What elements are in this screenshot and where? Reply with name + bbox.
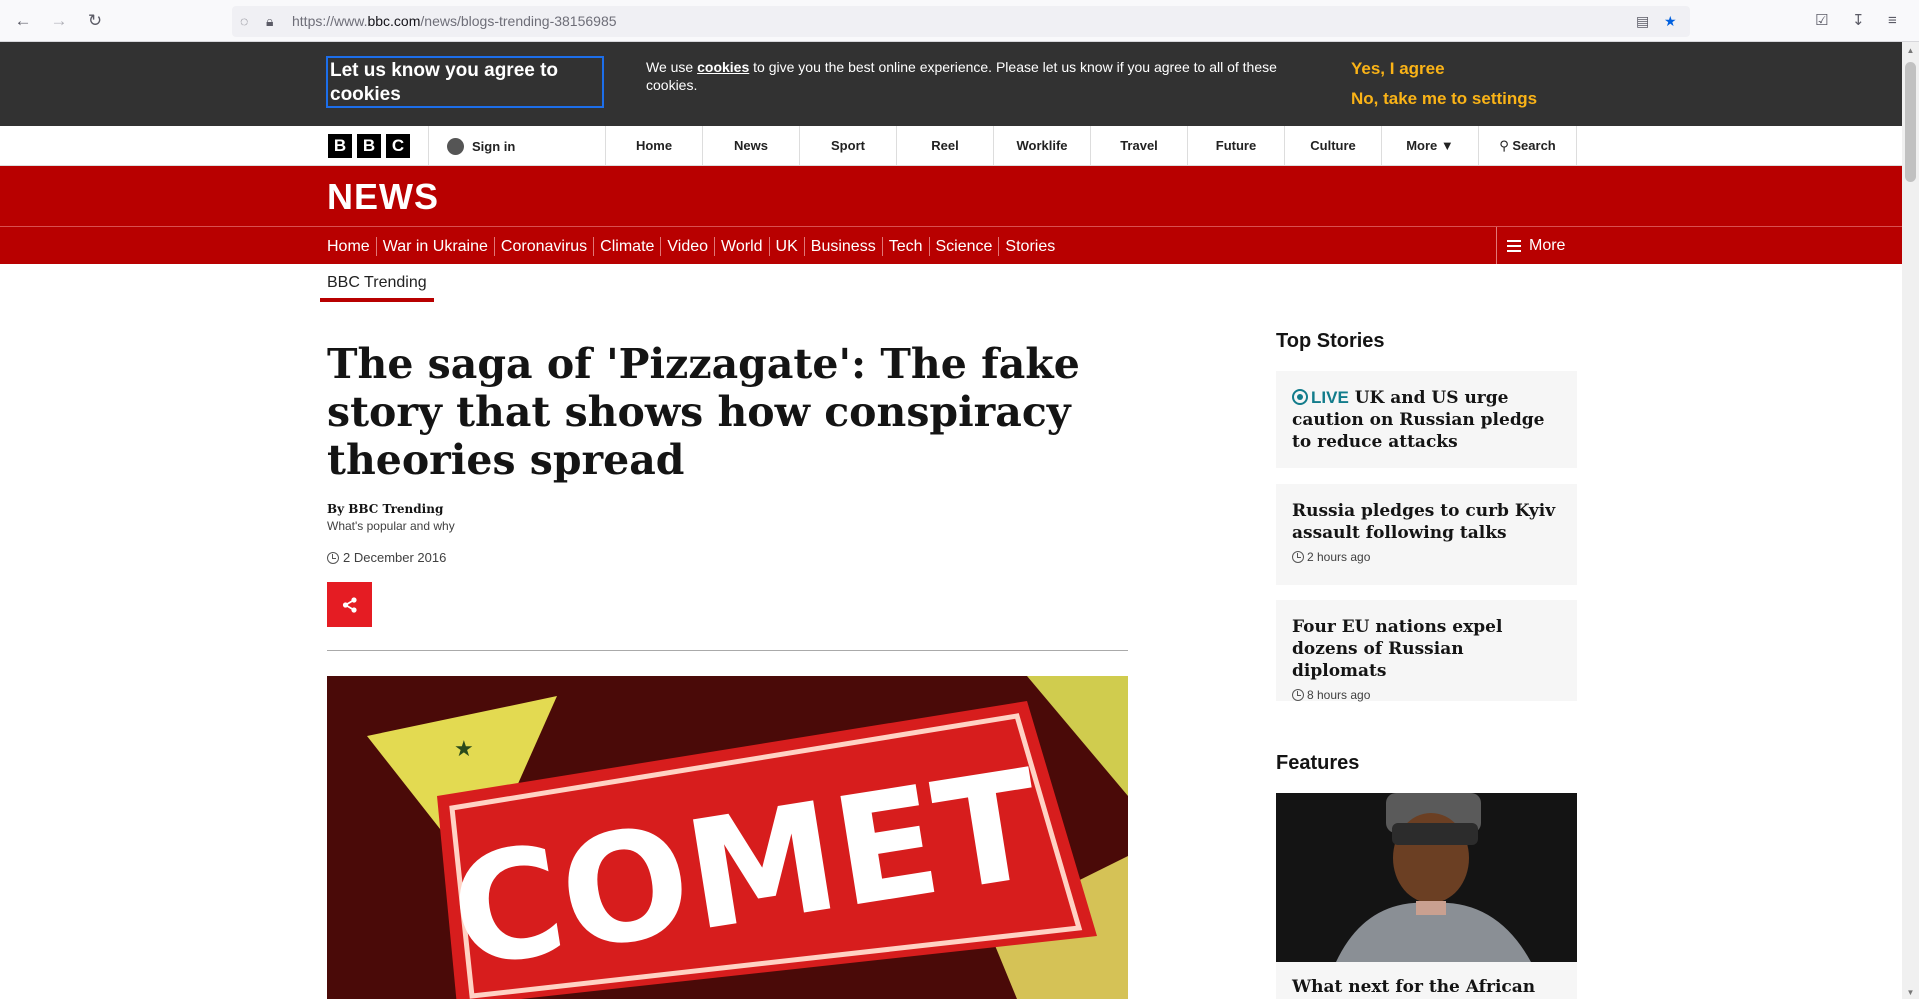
live-icon xyxy=(1292,389,1308,405)
global-nav-culture[interactable]: Culture xyxy=(1284,126,1381,166)
comet-sign-illustration: COMET ★ xyxy=(327,676,1128,999)
svg-text:★: ★ xyxy=(454,737,474,762)
top-story-card[interactable]: Russia pledges to curb Kyiv assault foll… xyxy=(1276,484,1577,585)
reader-view-icon[interactable]: ▤ xyxy=(1636,10,1649,32)
article-byline: By BBC Trending xyxy=(327,502,444,516)
global-nav-search[interactable]: ⚲ Search xyxy=(1478,126,1577,166)
browser-toolbar: ← → ↻ ◌ 🔒︎ https://www.bbc.com/news/blog… xyxy=(0,0,1919,42)
section-nav-stories[interactable]: Stories xyxy=(999,237,1061,256)
caret-down-icon: ▼ xyxy=(1440,138,1454,153)
feature-headline[interactable]: What next for the African xyxy=(1292,977,1561,997)
hero-image: COMET ★ xyxy=(327,676,1128,999)
forward-icon[interactable]: → xyxy=(48,10,70,32)
address-bar[interactable]: ◌ 🔒︎ https://www.bbc.com/news/blogs-tren… xyxy=(232,6,1690,37)
logo-letter: B xyxy=(357,134,381,158)
hamburger-icon xyxy=(1507,239,1521,252)
user-icon xyxy=(447,137,464,155)
global-nav-sport[interactable]: Sport xyxy=(799,126,896,166)
url-text[interactable]: https://www.bbc.com/news/blogs-trending-… xyxy=(292,13,617,29)
shield-icon[interactable]: ◌ xyxy=(240,10,248,32)
more-label: More xyxy=(1406,138,1438,153)
section-nav-coronavirus[interactable]: Coronavirus xyxy=(495,236,595,256)
sign-in-link[interactable]: Sign in xyxy=(428,126,515,166)
feature-image[interactable] xyxy=(1276,793,1577,962)
section-nav-science[interactable]: Science xyxy=(930,236,1000,256)
logo-letter: C xyxy=(386,134,410,158)
article-divider xyxy=(327,650,1128,651)
cookie-banner-text: We use cookies to give you the best onli… xyxy=(646,59,1277,93)
section-nav-business[interactable]: Business xyxy=(805,236,883,256)
bookmark-star-icon[interactable]: ★ xyxy=(1664,10,1677,32)
clock-icon xyxy=(1292,689,1304,701)
section-tag-link[interactable]: BBC Trending xyxy=(320,274,434,302)
global-nav-worklife[interactable]: Worklife xyxy=(993,126,1090,166)
pocket-icon[interactable]: ☑ xyxy=(1815,10,1828,32)
top-story-card[interactable]: Four EU nations expel dozens of Russian … xyxy=(1276,600,1577,702)
clock-icon xyxy=(327,551,339,564)
global-nav-travel[interactable]: Travel xyxy=(1090,126,1187,166)
search-label: Search xyxy=(1512,138,1556,153)
scroll-down-icon[interactable]: ▼ xyxy=(1905,988,1916,997)
news-masthead: NEWS xyxy=(0,166,1902,226)
top-story-card[interactable]: LIVE UK and US urge caution on Russian p… xyxy=(1276,371,1577,468)
top-story-headline[interactable]: LIVE UK and US urge caution on Russian p… xyxy=(1292,387,1561,453)
section-nav-more[interactable]: More xyxy=(1496,227,1606,264)
news-section-nav: Home War in Ukraine Coronavirus Climate … xyxy=(0,226,1902,264)
time-text: 8 hours ago xyxy=(1307,688,1371,702)
section-nav-tech[interactable]: Tech xyxy=(883,236,930,256)
feature-photo-illustration xyxy=(1276,793,1577,962)
global-nav-links: Home News Sport Reel Worklife Travel Fut… xyxy=(605,126,1577,166)
news-brand-link[interactable]: NEWS xyxy=(327,176,439,218)
global-nav-home[interactable]: Home xyxy=(605,126,702,166)
top-stories-heading: Top Stories xyxy=(1276,330,1385,352)
story-timestamp: 8 hours ago xyxy=(1292,688,1561,702)
reload-icon[interactable]: ↻ xyxy=(84,10,106,32)
share-button[interactable] xyxy=(327,582,372,627)
top-story-headline[interactable]: Russia pledges to curb Kyiv assault foll… xyxy=(1292,500,1561,544)
top-story-headline[interactable]: Four EU nations expel dozens of Russian … xyxy=(1292,616,1561,682)
section-nav-home[interactable]: Home xyxy=(326,236,377,256)
section-nav-video[interactable]: Video xyxy=(661,236,716,256)
global-nav-future[interactable]: Future xyxy=(1187,126,1284,166)
scroll-up-icon[interactable]: ▲ xyxy=(1905,46,1916,55)
logo-letter: B xyxy=(328,134,352,158)
cookie-settings-button[interactable]: No, take me to settings xyxy=(1351,89,1537,109)
article-date: 2 December 2016 xyxy=(327,550,446,565)
more-label: More xyxy=(1529,236,1566,254)
global-nav-reel[interactable]: Reel xyxy=(896,126,993,166)
back-icon[interactable]: ← xyxy=(12,10,34,32)
cookies-link[interactable]: cookies xyxy=(697,59,749,75)
cookie-banner: Let us know you agree to cookies We use … xyxy=(0,42,1902,126)
search-icon: ⚲ xyxy=(1499,138,1509,153)
features-heading: Features xyxy=(1276,752,1360,774)
lock-icon[interactable]: 🔒︎ xyxy=(266,10,273,32)
menu-icon[interactable]: ≡ xyxy=(1888,10,1897,32)
bbc-logo[interactable]: B B C xyxy=(328,134,410,158)
story-timestamp: 2 hours ago xyxy=(1292,550,1561,564)
clock-icon xyxy=(1292,551,1304,563)
scrollbar-thumb[interactable] xyxy=(1905,62,1916,182)
download-icon[interactable]: ↧ xyxy=(1852,10,1865,32)
section-nav-climate[interactable]: Climate xyxy=(594,236,662,256)
global-nav-more[interactable]: More ▼ xyxy=(1381,126,1478,166)
feature-card[interactable]: What next for the African xyxy=(1276,962,1577,999)
global-nav-news[interactable]: News xyxy=(702,126,799,166)
byline-description: What's popular and why xyxy=(327,519,455,533)
live-badge: LIVE xyxy=(1311,388,1349,407)
article-headline: The saga of 'Pizzagate': The fake story … xyxy=(327,340,1080,484)
section-nav-uk[interactable]: UK xyxy=(770,236,805,256)
sign-in-label: Sign in xyxy=(472,138,516,154)
agree-cookies-button[interactable]: Yes, I agree xyxy=(1351,59,1445,79)
time-text: 2 hours ago xyxy=(1307,550,1371,564)
section-nav-world[interactable]: World xyxy=(715,236,770,256)
bbc-global-nav: B B C Sign in Home News Sport Reel Workl… xyxy=(0,126,1902,166)
page-scrollbar[interactable]: ▲ ▼ xyxy=(1902,42,1919,999)
section-nav-war-in-ukraine[interactable]: War in Ukraine xyxy=(377,236,495,256)
share-icon xyxy=(342,596,357,613)
date-text: 2 December 2016 xyxy=(343,550,447,565)
cookie-banner-title: Let us know you agree to cookies xyxy=(326,56,604,108)
